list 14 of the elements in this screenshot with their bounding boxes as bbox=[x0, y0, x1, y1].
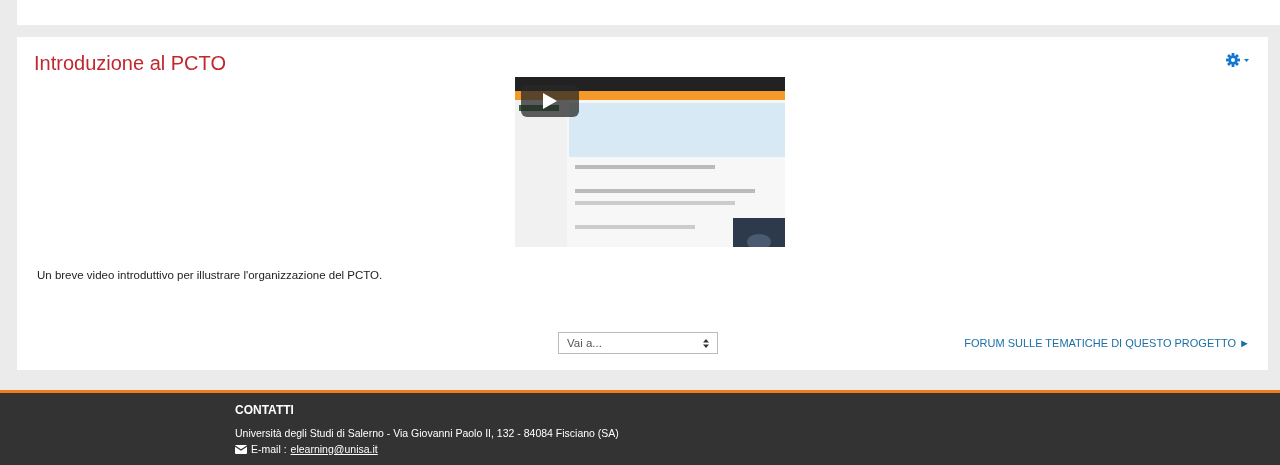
envelope-icon bbox=[235, 444, 247, 454]
play-button[interactable] bbox=[521, 85, 579, 117]
settings-menu-button[interactable] bbox=[1226, 53, 1250, 67]
email-link[interactable]: elearning@unisa.it bbox=[290, 443, 378, 455]
forum-link[interactable]: FORUM SULLE TEMATICHE DI QUESTO PROGETTO ► bbox=[964, 337, 1250, 349]
sort-arrows-icon bbox=[703, 338, 709, 348]
section-title: Introduzione al PCTO bbox=[34, 51, 226, 75]
jump-to-select[interactable]: Vai a... bbox=[558, 332, 718, 354]
video-description: Un breve video introduttivo per illustrare l'organizzazione del PCTO. bbox=[37, 269, 384, 281]
play-icon bbox=[543, 93, 557, 109]
email-label: E-mail : bbox=[251, 443, 287, 455]
contacts-heading: CONTATTI bbox=[235, 403, 295, 417]
gear-icon bbox=[1226, 53, 1250, 67]
address-text: Università degli Studi di Salerno - Via Giovanni Paolo II, 132 - 84084 Fisciano (SA) bbox=[235, 427, 620, 439]
